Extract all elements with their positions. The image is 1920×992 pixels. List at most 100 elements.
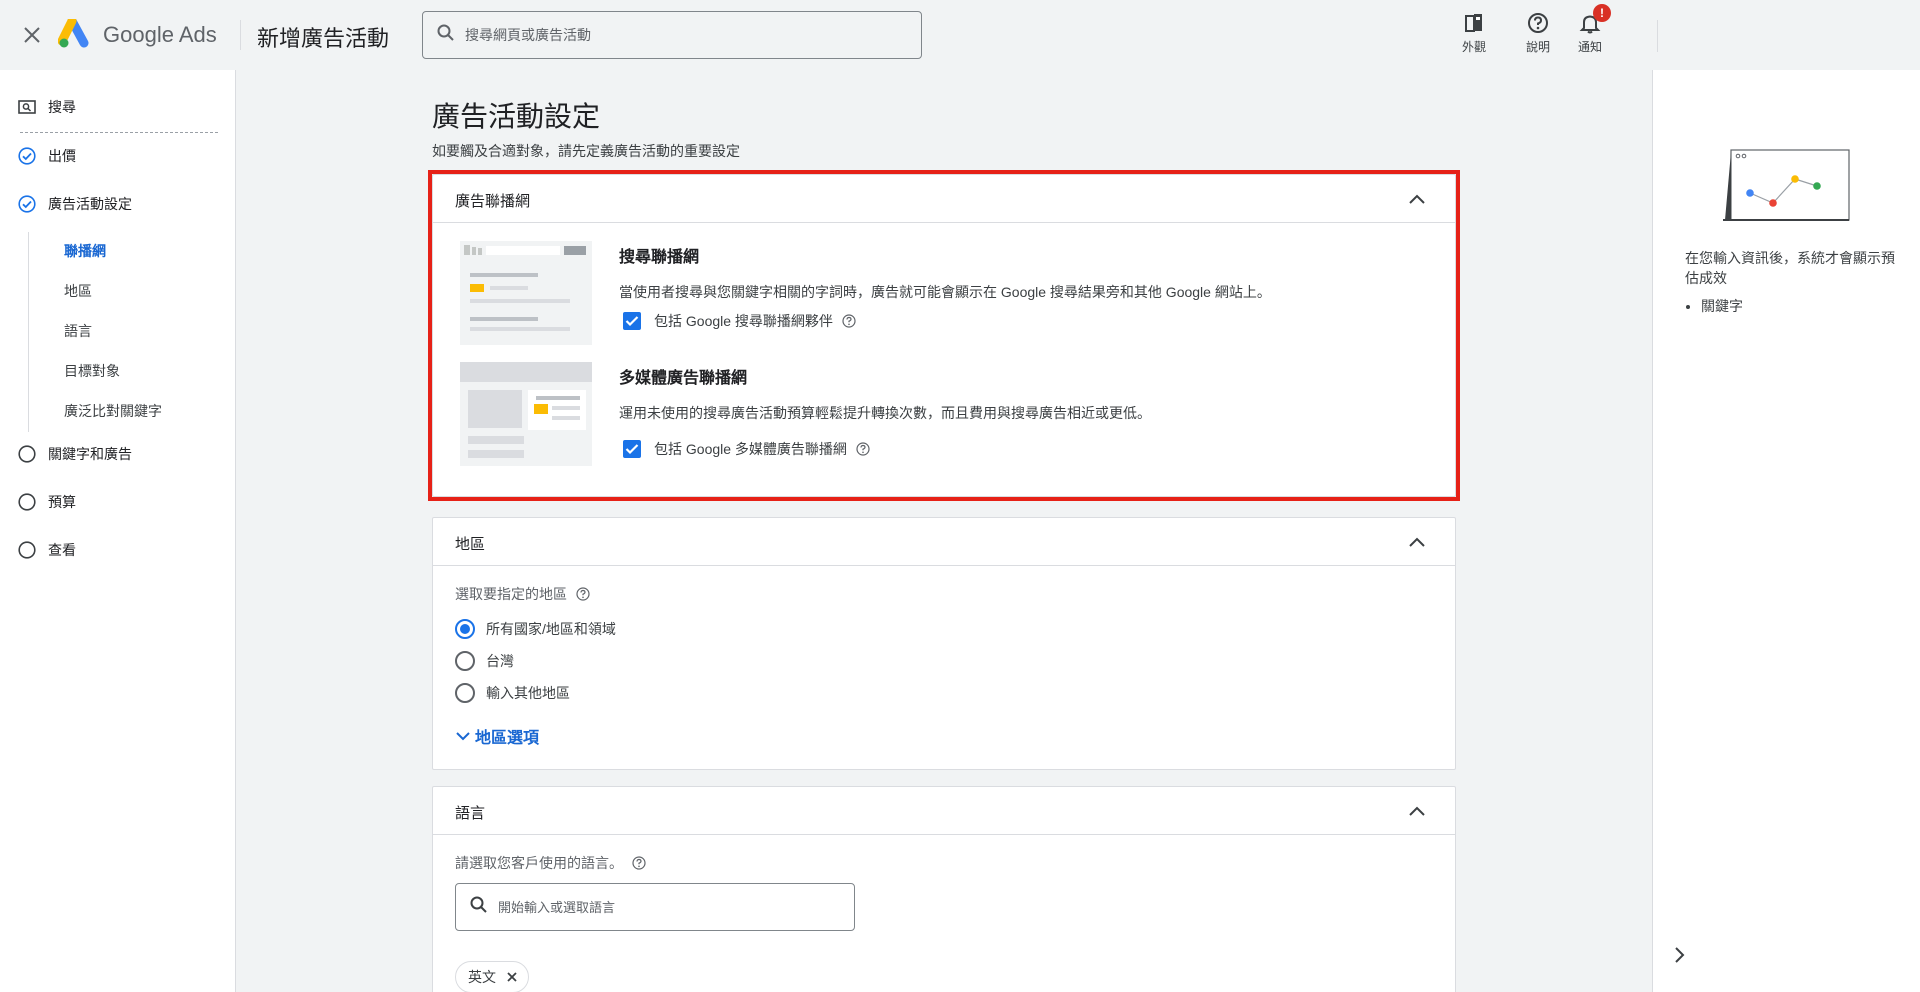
search-input[interactable] (465, 27, 885, 43)
chevron-right-icon[interactable] (1667, 943, 1691, 967)
nav-item-label: 查看 (48, 542, 76, 558)
radio-unselected[interactable] (455, 651, 475, 671)
nav-item-review[interactable]: 查看 (18, 540, 76, 560)
nav-item-bidding[interactable]: 出價 (18, 146, 76, 166)
nav-item-label: 關鍵字和廣告 (48, 446, 132, 462)
section-title: 廣告活動設定 (432, 101, 601, 132)
card-title: 語言 (455, 805, 486, 822)
empty-circle-icon (18, 541, 36, 559)
notifications-button[interactable]: ! 通知 (1565, 4, 1615, 55)
bell-icon: ! (1577, 4, 1611, 36)
help-label: 說明 (1525, 40, 1550, 54)
appearance-label: 外觀 (1461, 40, 1486, 54)
close-icon[interactable] (20, 23, 44, 47)
nav-sub-line (28, 232, 29, 432)
google-ads-logo-icon (57, 16, 94, 49)
estimates-panel: 在您輸入資訊後，系統才會顯示預估成效 關鍵字 (1652, 70, 1920, 992)
brand-name: Google Ads (103, 22, 217, 48)
estimates-message: 在您輸入資訊後，系統才會顯示預估成效 (1685, 250, 1895, 286)
header-divider (240, 20, 241, 50)
help-circle-icon[interactable] (575, 586, 591, 602)
nav-sub-locations[interactable]: 地區 (64, 281, 92, 301)
chevron-up-icon[interactable] (1405, 799, 1429, 823)
language-input[interactable] (498, 899, 838, 915)
chevron-up-icon[interactable] (1405, 187, 1429, 211)
networks-card-header[interactable]: 廣告聯播網 (433, 175, 1455, 223)
campaign-steps-nav: 搜尋 出價 廣告活動設定 聯播網 地區 語言 目標對象 廣泛比對關鍵字 關鍵字和… (0, 70, 236, 992)
nav-item-label: 預算 (48, 494, 76, 510)
help-circle-icon[interactable] (855, 441, 871, 457)
search-partners-checkbox-row[interactable]: 包括 Google 搜尋聯播網夥伴 (623, 311, 857, 331)
radio-label: 台灣 (486, 653, 514, 669)
nav-sub-audiences[interactable]: 目標對象 (64, 361, 120, 381)
language-chip: 英文 (455, 961, 529, 992)
appearance-icon (1461, 10, 1487, 36)
nav-divider (20, 132, 218, 133)
radio-selected[interactable] (455, 619, 475, 639)
search-icon (437, 24, 455, 47)
languages-card: 語言 請選取您客戶使用的語言。 英文 (432, 786, 1456, 992)
empty-circle-icon (18, 445, 36, 463)
notification-badge: ! (1593, 4, 1611, 22)
radio-all-countries[interactable]: 所有國家/地區和領域 (455, 619, 616, 639)
checkbox-label: 包括 Google 多媒體廣告聯播網 (654, 441, 847, 457)
search-icon (470, 896, 488, 919)
locations-card: 地區 選取要指定的地區 所有國家/地區和領域 台灣 輸入其他地區 地區選項 (432, 517, 1456, 770)
nav-sub-languages[interactable]: 語言 (64, 321, 92, 341)
brand-product: Ads (178, 22, 217, 47)
nav-sub-networks[interactable]: 聯播網 (64, 241, 106, 261)
field-label-text: 請選取您客戶使用的語言。 (455, 855, 623, 871)
brand-google: Google (103, 22, 174, 47)
checkbox-checked[interactable] (623, 440, 641, 458)
checkbox-label: 包括 Google 搜尋聯播網夥伴 (654, 313, 833, 329)
chevron-up-icon[interactable] (1405, 530, 1429, 554)
help-circle-icon[interactable] (631, 855, 647, 871)
checkbox-checked[interactable] (623, 312, 641, 330)
check-circle-icon (18, 147, 36, 165)
radio-label: 所有國家/地區和領域 (486, 621, 616, 637)
link-label: 地區選項 (475, 730, 540, 747)
nav-item-label: 廣告活動設定 (48, 196, 132, 212)
nav-item-label: 出價 (48, 148, 76, 164)
display-network-checkbox-row[interactable]: 包括 Google 多媒體廣告聯播網 (623, 439, 871, 459)
help-circle-icon[interactable] (841, 313, 857, 329)
nav-item-keywords-ads[interactable]: 關鍵字和廣告 (18, 444, 132, 464)
location-options-link[interactable]: 地區選項 (455, 724, 539, 748)
languages-card-header[interactable]: 語言 (433, 787, 1455, 835)
display-network-desc: 運用未使用的搜尋廣告活動預算輕鬆提升轉換次數，而且費用與搜尋廣告相近或更低。 (619, 405, 1151, 421)
nav-sub-broad-match[interactable]: 廣泛比對關鍵字 (64, 401, 162, 421)
nav-item-campaign-settings[interactable]: 廣告活動設定 (18, 194, 132, 214)
search-network-illustration (460, 241, 592, 345)
estimates-list: 關鍵字 (1689, 296, 1743, 316)
search-network-desc: 當使用者搜尋與您關鍵字相關的字詞時，廣告就可能會顯示在 Google 搜尋結果旁… (619, 284, 1271, 300)
field-label-text: 選取要指定的地區 (455, 586, 567, 602)
search-step-icon (18, 98, 36, 116)
page-title: 新增廣告活動 (257, 26, 390, 51)
chip-label: 英文 (468, 969, 496, 985)
check-circle-icon (18, 195, 36, 213)
nav-item-search[interactable]: 搜尋 (18, 97, 76, 117)
section-subtitle: 如要觸及合適對象，請先定義廣告活動的重要設定 (432, 143, 740, 159)
notifications-label: 通知 (1577, 40, 1602, 54)
performance-chart-illustration (1723, 148, 1853, 229)
header-right-divider (1657, 20, 1658, 52)
global-search[interactable] (422, 11, 922, 59)
nav-item-budget[interactable]: 預算 (18, 492, 76, 512)
chevron-down-icon (455, 730, 471, 742)
radio-other-location[interactable]: 輸入其他地區 (455, 683, 570, 703)
locations-field-label: 選取要指定的地區 (455, 584, 591, 604)
radio-label: 輸入其他地區 (486, 685, 570, 701)
help-icon (1525, 10, 1551, 36)
appearance-button[interactable]: 外觀 (1449, 10, 1499, 55)
radio-unselected[interactable] (455, 683, 475, 703)
top-app-bar: Google Ads 新增廣告活動 外觀 說明 ! 通知 (0, 0, 1920, 70)
help-button[interactable]: 說明 (1513, 10, 1563, 55)
display-network-illustration (460, 362, 592, 466)
search-network-title: 搜尋聯播網 (619, 249, 700, 266)
empty-circle-icon (18, 493, 36, 511)
language-search-field[interactable] (455, 883, 855, 931)
card-title: 地區 (455, 536, 486, 553)
locations-card-header[interactable]: 地區 (433, 518, 1455, 566)
radio-taiwan[interactable]: 台灣 (455, 651, 514, 671)
remove-icon[interactable] (504, 969, 520, 985)
